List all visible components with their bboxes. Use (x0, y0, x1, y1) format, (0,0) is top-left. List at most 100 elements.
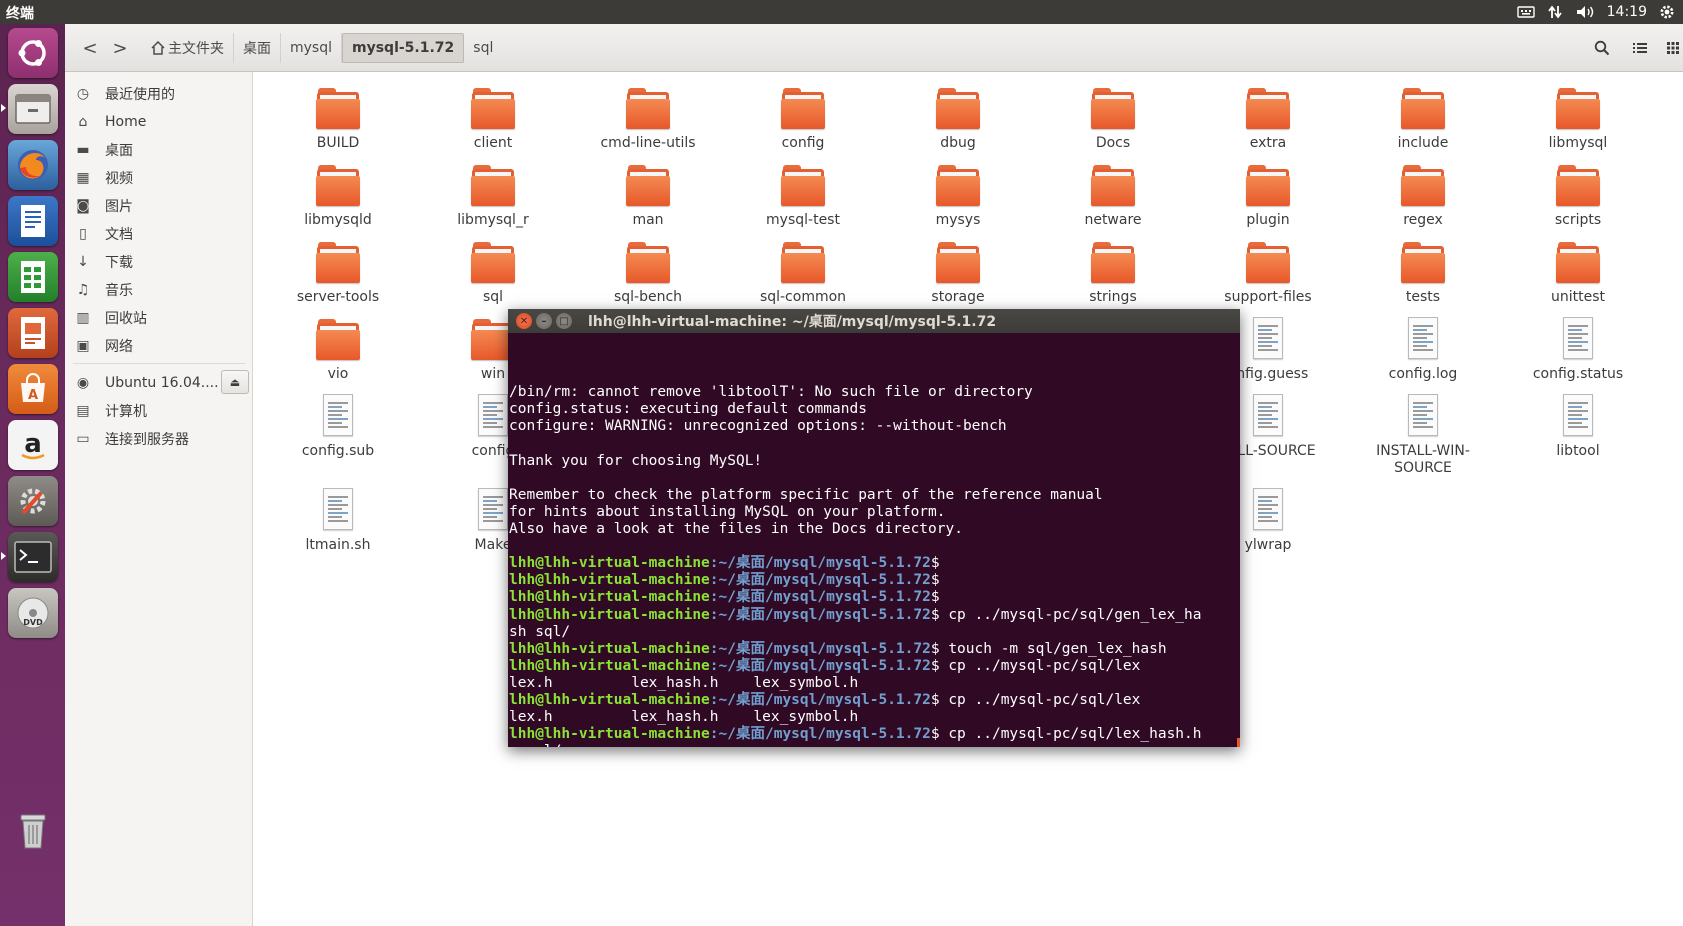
sidebar-item-connect-server[interactable]: ▭ 连接到服务器 (65, 425, 253, 453)
folder-icon (934, 84, 982, 132)
folder-item[interactable]: BUILD (273, 84, 403, 152)
calc-icon[interactable] (8, 252, 58, 302)
file-item[interactable]: ltmain.sh (273, 486, 403, 554)
folder-item[interactable]: sql-common (738, 238, 868, 306)
folder-item[interactable]: config (738, 84, 868, 152)
terminal-window[interactable]: ✕ – □ lhh@lhh-virtual-machine: ~/桌面/mysq… (508, 309, 1240, 747)
folder-item[interactable]: regex (1358, 161, 1488, 229)
file-name-label: netware (1084, 212, 1142, 228)
network-transfer-icon[interactable] (1547, 4, 1563, 20)
ubuntu-dash-icon[interactable] (8, 28, 58, 78)
folder-item[interactable]: libmysqld (273, 161, 403, 229)
folder-item[interactable]: client (428, 84, 558, 152)
list-view-button[interactable] (1625, 33, 1655, 63)
back-button[interactable]: < (75, 33, 105, 63)
file-name-label: strings (1089, 289, 1137, 305)
top-panel: 终端 14:19 (0, 0, 1683, 24)
amazon-icon[interactable]: a (8, 420, 58, 470)
forward-button[interactable]: > (105, 33, 135, 63)
folder-item[interactable]: libmysql (1513, 84, 1643, 152)
terminal-line: sql/ (509, 743, 1240, 747)
folder-item[interactable]: include (1358, 84, 1488, 152)
impress-icon[interactable] (8, 308, 58, 358)
folder-item[interactable]: mysql-test (738, 161, 868, 229)
sidebar-item-downloads[interactable]: ↓ 下载 (65, 248, 253, 276)
trash-icon[interactable] (8, 806, 58, 856)
folder-item[interactable]: scripts (1513, 161, 1643, 229)
folder-item[interactable]: sql (428, 238, 558, 306)
software-center-icon[interactable]: A (8, 364, 58, 414)
folder-item[interactable]: dbug (893, 84, 1023, 152)
file-name-label: config.sub (301, 443, 375, 459)
grid-view-button[interactable] (1658, 33, 1683, 63)
folder-item[interactable]: unittest (1513, 238, 1643, 306)
file-manager-icon[interactable] (8, 84, 58, 134)
sidebar-item-music[interactable]: ♫ 音乐 (65, 276, 253, 304)
folder-item[interactable]: cmd-line-utils (583, 84, 713, 152)
terminal-titlebar[interactable]: ✕ – □ lhh@lhh-virtual-machine: ~/桌面/mysq… (508, 309, 1240, 333)
folder-item[interactable]: sql-bench (583, 238, 713, 306)
folder-item[interactable]: man (583, 161, 713, 229)
terminal-scrollbar[interactable] (1237, 738, 1240, 747)
file-item[interactable]: libtool (1513, 392, 1643, 460)
terminal-line: lhh@lhh-virtual-machine:~/桌面/mysql/mysql… (509, 658, 1240, 675)
folder-item[interactable]: vio (273, 315, 403, 383)
sidebar-item-network[interactable]: ▣ 网络 (65, 332, 253, 360)
sidebar-item-recent[interactable]: ◷ 最近使用的 (65, 80, 253, 108)
sidebar-item-videos[interactable]: ▦ 视频 (65, 164, 253, 192)
sidebar-item-ubuntu-disc[interactable]: ◉ Ubuntu 16.04.... ⏏ (65, 369, 253, 397)
trash-icon: ▥ (76, 310, 90, 326)
sidebar-item-computer[interactable]: ▤ 计算机 (65, 397, 253, 425)
text-file-icon (1399, 392, 1447, 440)
keyboard-icon[interactable] (1516, 5, 1535, 19)
search-button[interactable] (1587, 33, 1617, 63)
minimize-button[interactable]: – (536, 313, 552, 329)
dvd-icon[interactable]: DVD (8, 588, 58, 638)
sidebar-item-desktop[interactable]: ▬ 桌面 (65, 136, 253, 164)
crumb-sql[interactable]: sql (464, 33, 502, 63)
folder-item[interactable]: mysys (893, 161, 1023, 229)
volume-icon[interactable] (1575, 4, 1595, 20)
crumb-home[interactable]: 主文件夹 (141, 33, 234, 63)
eject-button[interactable]: ⏏ (221, 370, 249, 394)
crumb-mysql-5172[interactable]: mysql-5.1.72 (342, 33, 465, 63)
clock[interactable]: 14:19 (1607, 4, 1647, 20)
folder-item[interactable]: netware (1048, 161, 1178, 229)
maximize-button[interactable]: □ (556, 313, 572, 329)
folder-item[interactable]: libmysql_r (428, 161, 558, 229)
writer-icon[interactable] (8, 196, 58, 246)
prompt-user: lhh@lhh-virtual-machine (509, 572, 710, 589)
folder-item[interactable]: extra (1203, 84, 1333, 152)
sidebar-item-home[interactable]: ⌂ Home (65, 108, 253, 136)
file-item[interactable]: config.status (1513, 315, 1643, 383)
command-text: cp ../mysql-pc/sql/lex (939, 691, 1141, 708)
folder-item[interactable]: storage (893, 238, 1023, 306)
folder-item[interactable]: tests (1358, 238, 1488, 306)
folder-item[interactable]: plugin (1203, 161, 1333, 229)
terminal-output[interactable]: /bin/rm: cannot remove 'libtoolT': No su… (508, 333, 1240, 747)
firefox-icon[interactable] (8, 140, 58, 190)
gear-icon[interactable] (1659, 4, 1675, 20)
svg-text:DVD: DVD (23, 618, 43, 627)
folder-item[interactable]: strings (1048, 238, 1178, 306)
close-button[interactable]: ✕ (516, 313, 532, 329)
sidebar-item-pictures[interactable]: ◙ 图片 (65, 192, 253, 220)
file-name-label: libmysql_r (457, 212, 529, 228)
folder-icon (469, 161, 517, 209)
folder-item[interactable]: Docs (1048, 84, 1178, 152)
terminal-icon[interactable] (8, 532, 58, 582)
text-file-icon (1554, 392, 1602, 440)
file-item[interactable]: INSTALL-WIN-SOURCE (1358, 392, 1488, 477)
file-item[interactable]: config.log (1358, 315, 1488, 383)
list-icon (1633, 43, 1647, 53)
system-settings-icon[interactable] (8, 476, 58, 526)
folder-item[interactable]: server-tools (273, 238, 403, 306)
folder-item[interactable]: support-files (1203, 238, 1333, 306)
crumb-desktop[interactable]: 桌面 (234, 33, 281, 63)
sidebar-item-trash[interactable]: ▥ 回收站 (65, 304, 253, 332)
folder-icon (934, 161, 982, 209)
terminal-line: lhh@lhh-virtual-machine:~/桌面/mysql/mysql… (509, 726, 1240, 743)
crumb-mysql[interactable]: mysql (281, 33, 342, 63)
file-item[interactable]: config.sub (273, 392, 403, 460)
sidebar-item-documents[interactable]: ▯ 文档 (65, 220, 253, 248)
